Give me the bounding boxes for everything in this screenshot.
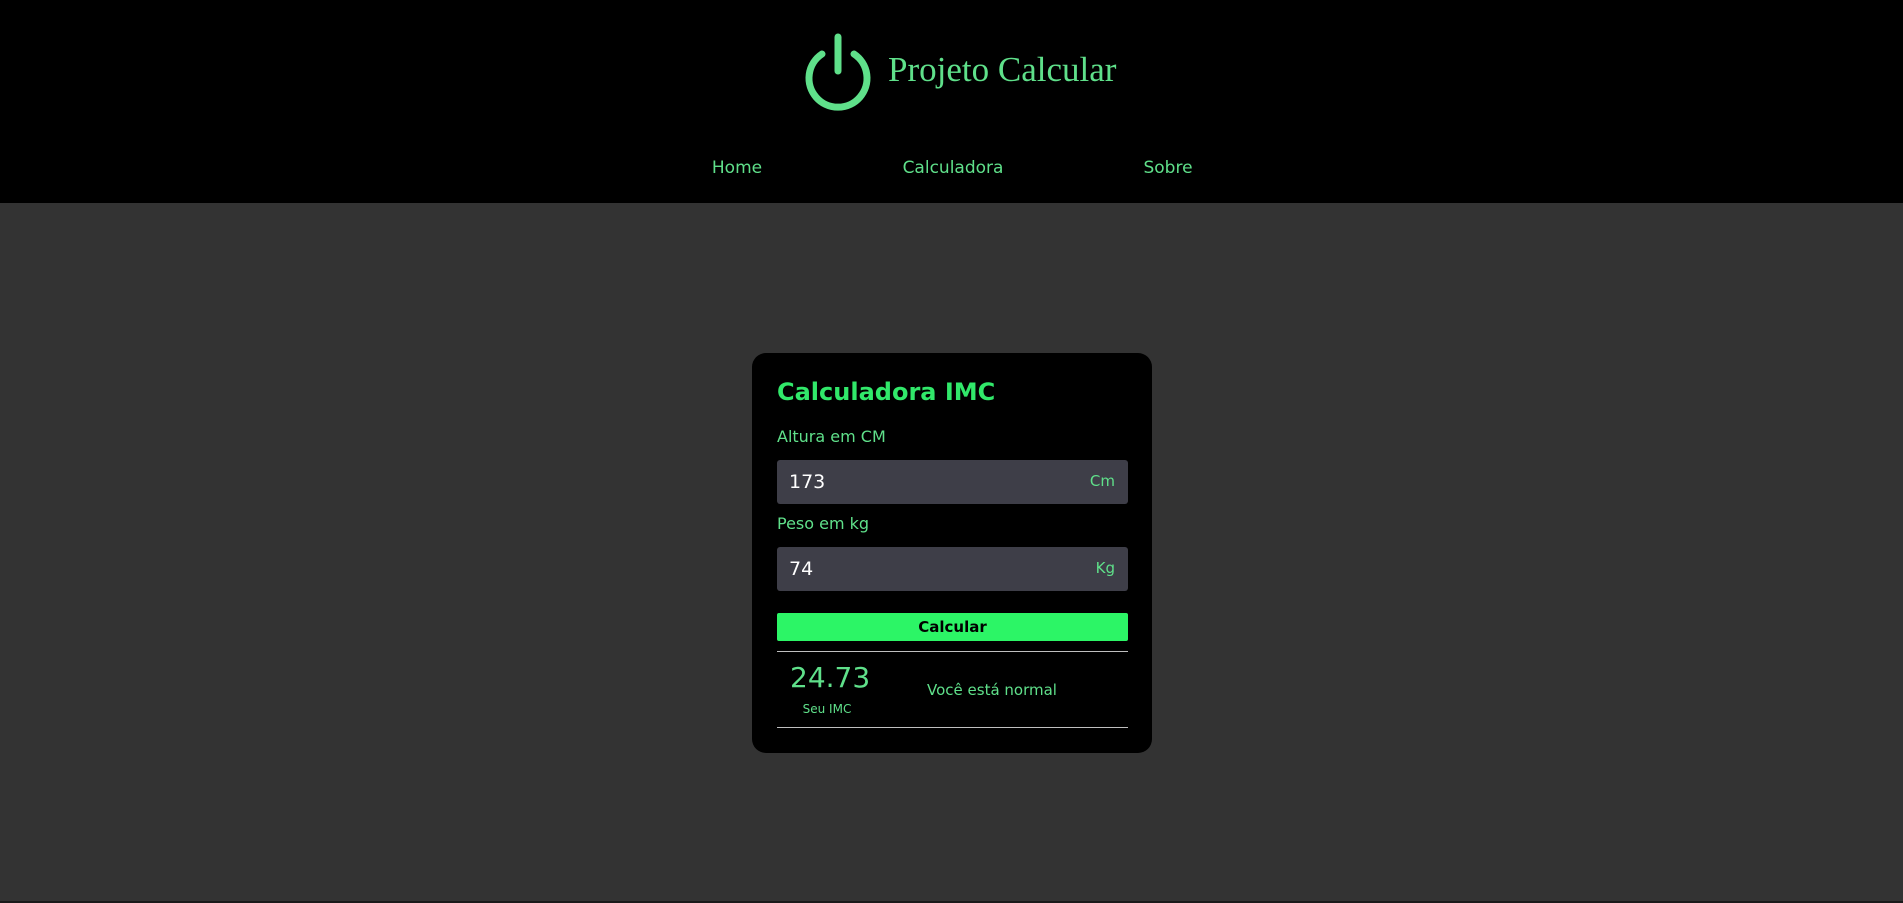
imc-value: 24.73 — [790, 661, 871, 694]
imc-calculator-card: Calculadora IMC Altura em CM Cm Peso em … — [752, 353, 1152, 753]
nav-sobre-link[interactable]: Sobre — [1143, 156, 1192, 180]
height-unit: Cm — [1089, 472, 1115, 490]
weight-field: Kg — [777, 547, 1128, 591]
result-divider-top — [777, 651, 1128, 652]
site-header: Projeto Calcular Home Calculadora Sobre — [0, 0, 1903, 203]
result-divider-bottom — [777, 727, 1128, 728]
brand-title: Projeto Calcular — [888, 50, 1117, 89]
height-field: Cm — [777, 460, 1128, 504]
nav-calculadora-link[interactable]: Calculadora — [903, 156, 1004, 180]
weight-label: Peso em kg — [777, 514, 870, 533]
height-input[interactable] — [777, 460, 1067, 504]
imc-status: Você está normal — [927, 681, 1057, 699]
height-label: Altura em CM — [777, 427, 886, 446]
imc-caption: Seu IMC — [802, 702, 852, 716]
weight-unit: Kg — [1095, 559, 1115, 577]
brand[interactable]: Projeto Calcular — [803, 33, 1116, 111]
weight-input[interactable] — [777, 547, 1067, 591]
calcular-button[interactable]: Calcular — [777, 613, 1128, 641]
nav-home-link[interactable]: Home — [712, 156, 762, 180]
power-icon — [805, 33, 871, 111]
card-title: Calculadora IMC — [777, 378, 996, 406]
